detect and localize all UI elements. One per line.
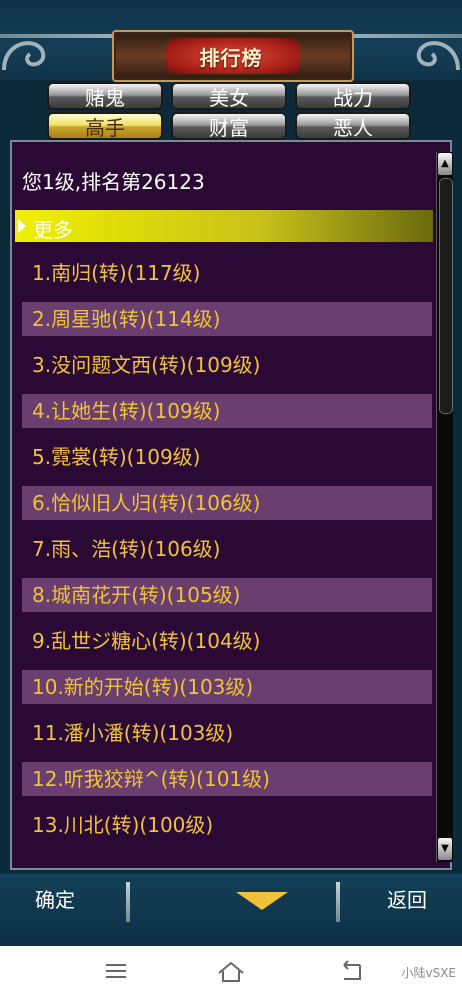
menu-icon[interactable]	[104, 959, 128, 983]
tab-beauty[interactable]: 美女	[171, 82, 287, 110]
list-item[interactable]: 10.新的开始(转)(103级)	[22, 670, 432, 704]
list-item[interactable]: 8.城南花开(转)(105级)	[22, 578, 432, 612]
player-rank-status: 您1级,排名第26123	[22, 170, 205, 194]
tab-power[interactable]: 战力	[295, 82, 411, 110]
page-title: 排行榜	[199, 46, 263, 70]
expand-down-icon[interactable]	[236, 892, 288, 910]
more-label: 更多	[33, 218, 73, 242]
tab-gambler[interactable]: 赌鬼	[47, 82, 163, 110]
list-item[interactable]: 6.恰似旧人归(转)(106级)	[22, 486, 432, 520]
home-icon[interactable]	[216, 959, 246, 985]
list-item[interactable]: 5.霓裳(转)(109级)	[22, 440, 432, 474]
ranking-tabs: 赌鬼 美女 战力 高手 财富 恶人	[47, 82, 415, 142]
back-button[interactable]: 返回	[372, 878, 442, 922]
list-item[interactable]: 7.雨、浩(转)(106级)	[22, 532, 432, 566]
scroll-thumb[interactable]	[439, 178, 453, 414]
system-navigation-bar: 小陆vSXE	[0, 946, 462, 1000]
scrollbar[interactable]: ▲ ▼	[436, 152, 453, 862]
more-button[interactable]: 更多	[15, 210, 433, 242]
scroll-down-icon[interactable]: ▼	[438, 838, 452, 860]
tab-wealth[interactable]: 财富	[171, 112, 287, 140]
scroll-up-icon[interactable]: ▲	[438, 153, 452, 175]
tab-villain[interactable]: 恶人	[295, 112, 411, 140]
top-banner: 排行榜	[0, 0, 462, 82]
list-item[interactable]: 11.潘小潘(转)(103级)	[22, 716, 432, 750]
list-item[interactable]: 4.让她生(转)(109级)	[22, 394, 432, 428]
play-arrow-icon	[18, 219, 26, 233]
confirm-button[interactable]: 确定	[20, 878, 90, 922]
list-item[interactable]: 1.南归(转)(117级)	[22, 256, 432, 290]
divider	[336, 882, 340, 922]
divider	[126, 882, 130, 922]
list-item[interactable]: 3.没问题文西(转)(109级)	[22, 348, 432, 382]
list-item[interactable]: 12.听我狡辩^(转)(101级)	[22, 762, 432, 796]
tab-master[interactable]: 高手	[47, 112, 163, 140]
watermark: 小陆vSXE	[401, 966, 456, 980]
list-item[interactable]: 9.乱世ジ糖心(转)(104级)	[22, 624, 432, 658]
list-item[interactable]: 13.川北(转)(100级)	[22, 808, 432, 842]
list-item[interactable]: 2.周星驰(转)(114级)	[22, 302, 432, 336]
back-icon[interactable]	[338, 959, 364, 983]
